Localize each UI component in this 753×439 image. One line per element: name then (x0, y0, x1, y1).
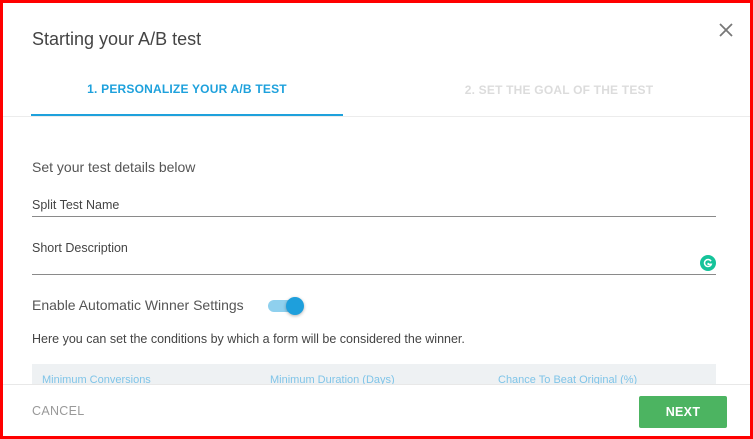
col-minimum-conversions: Minimum Conversions (42, 374, 151, 384)
conditions-description: Here you can set the conditions by which… (32, 332, 465, 346)
dialog-header: Starting your A/B test (3, 3, 750, 63)
split-test-name-input[interactable] (32, 194, 716, 216)
auto-winner-toggle[interactable] (268, 297, 304, 315)
tab-set-goal[interactable]: 2. SET THE GOAL OF THE TEST (403, 63, 715, 116)
conditions-table: Minimum Conversions Minimum Duration (Da… (32, 364, 716, 384)
grammarly-icon[interactable] (700, 255, 716, 271)
next-button[interactable]: NEXT (639, 396, 727, 428)
auto-winner-label: Enable Automatic Winner Settings (32, 297, 244, 313)
short-description-input[interactable] (32, 237, 716, 274)
form-subtitle: Set your test details below (32, 159, 196, 175)
toggle-knob (286, 297, 304, 315)
col-chance-to-beat: Chance To Beat Original (%) (498, 374, 638, 384)
col-minimum-duration: Minimum Duration (Days) (270, 374, 395, 384)
ab-test-dialog: Starting your A/B test 1. PERSONALIZE YO… (0, 0, 753, 439)
split-test-name-field[interactable]: Split Test Name (32, 194, 716, 217)
tab-personalize[interactable]: 1. PERSONALIZE YOUR A/B TEST (31, 63, 343, 116)
stepper-tabs: 1. PERSONALIZE YOUR A/B TEST 2. SET THE … (3, 63, 750, 117)
short-description-field[interactable]: Short Description (32, 237, 716, 275)
close-icon (719, 23, 733, 37)
close-button[interactable] (716, 20, 736, 40)
cancel-button[interactable]: CANCEL (32, 404, 85, 418)
grammarly-g-glyph (703, 258, 713, 268)
dialog-footer: CANCEL NEXT (3, 384, 750, 436)
dialog-title: Starting your A/B test (32, 29, 202, 49)
